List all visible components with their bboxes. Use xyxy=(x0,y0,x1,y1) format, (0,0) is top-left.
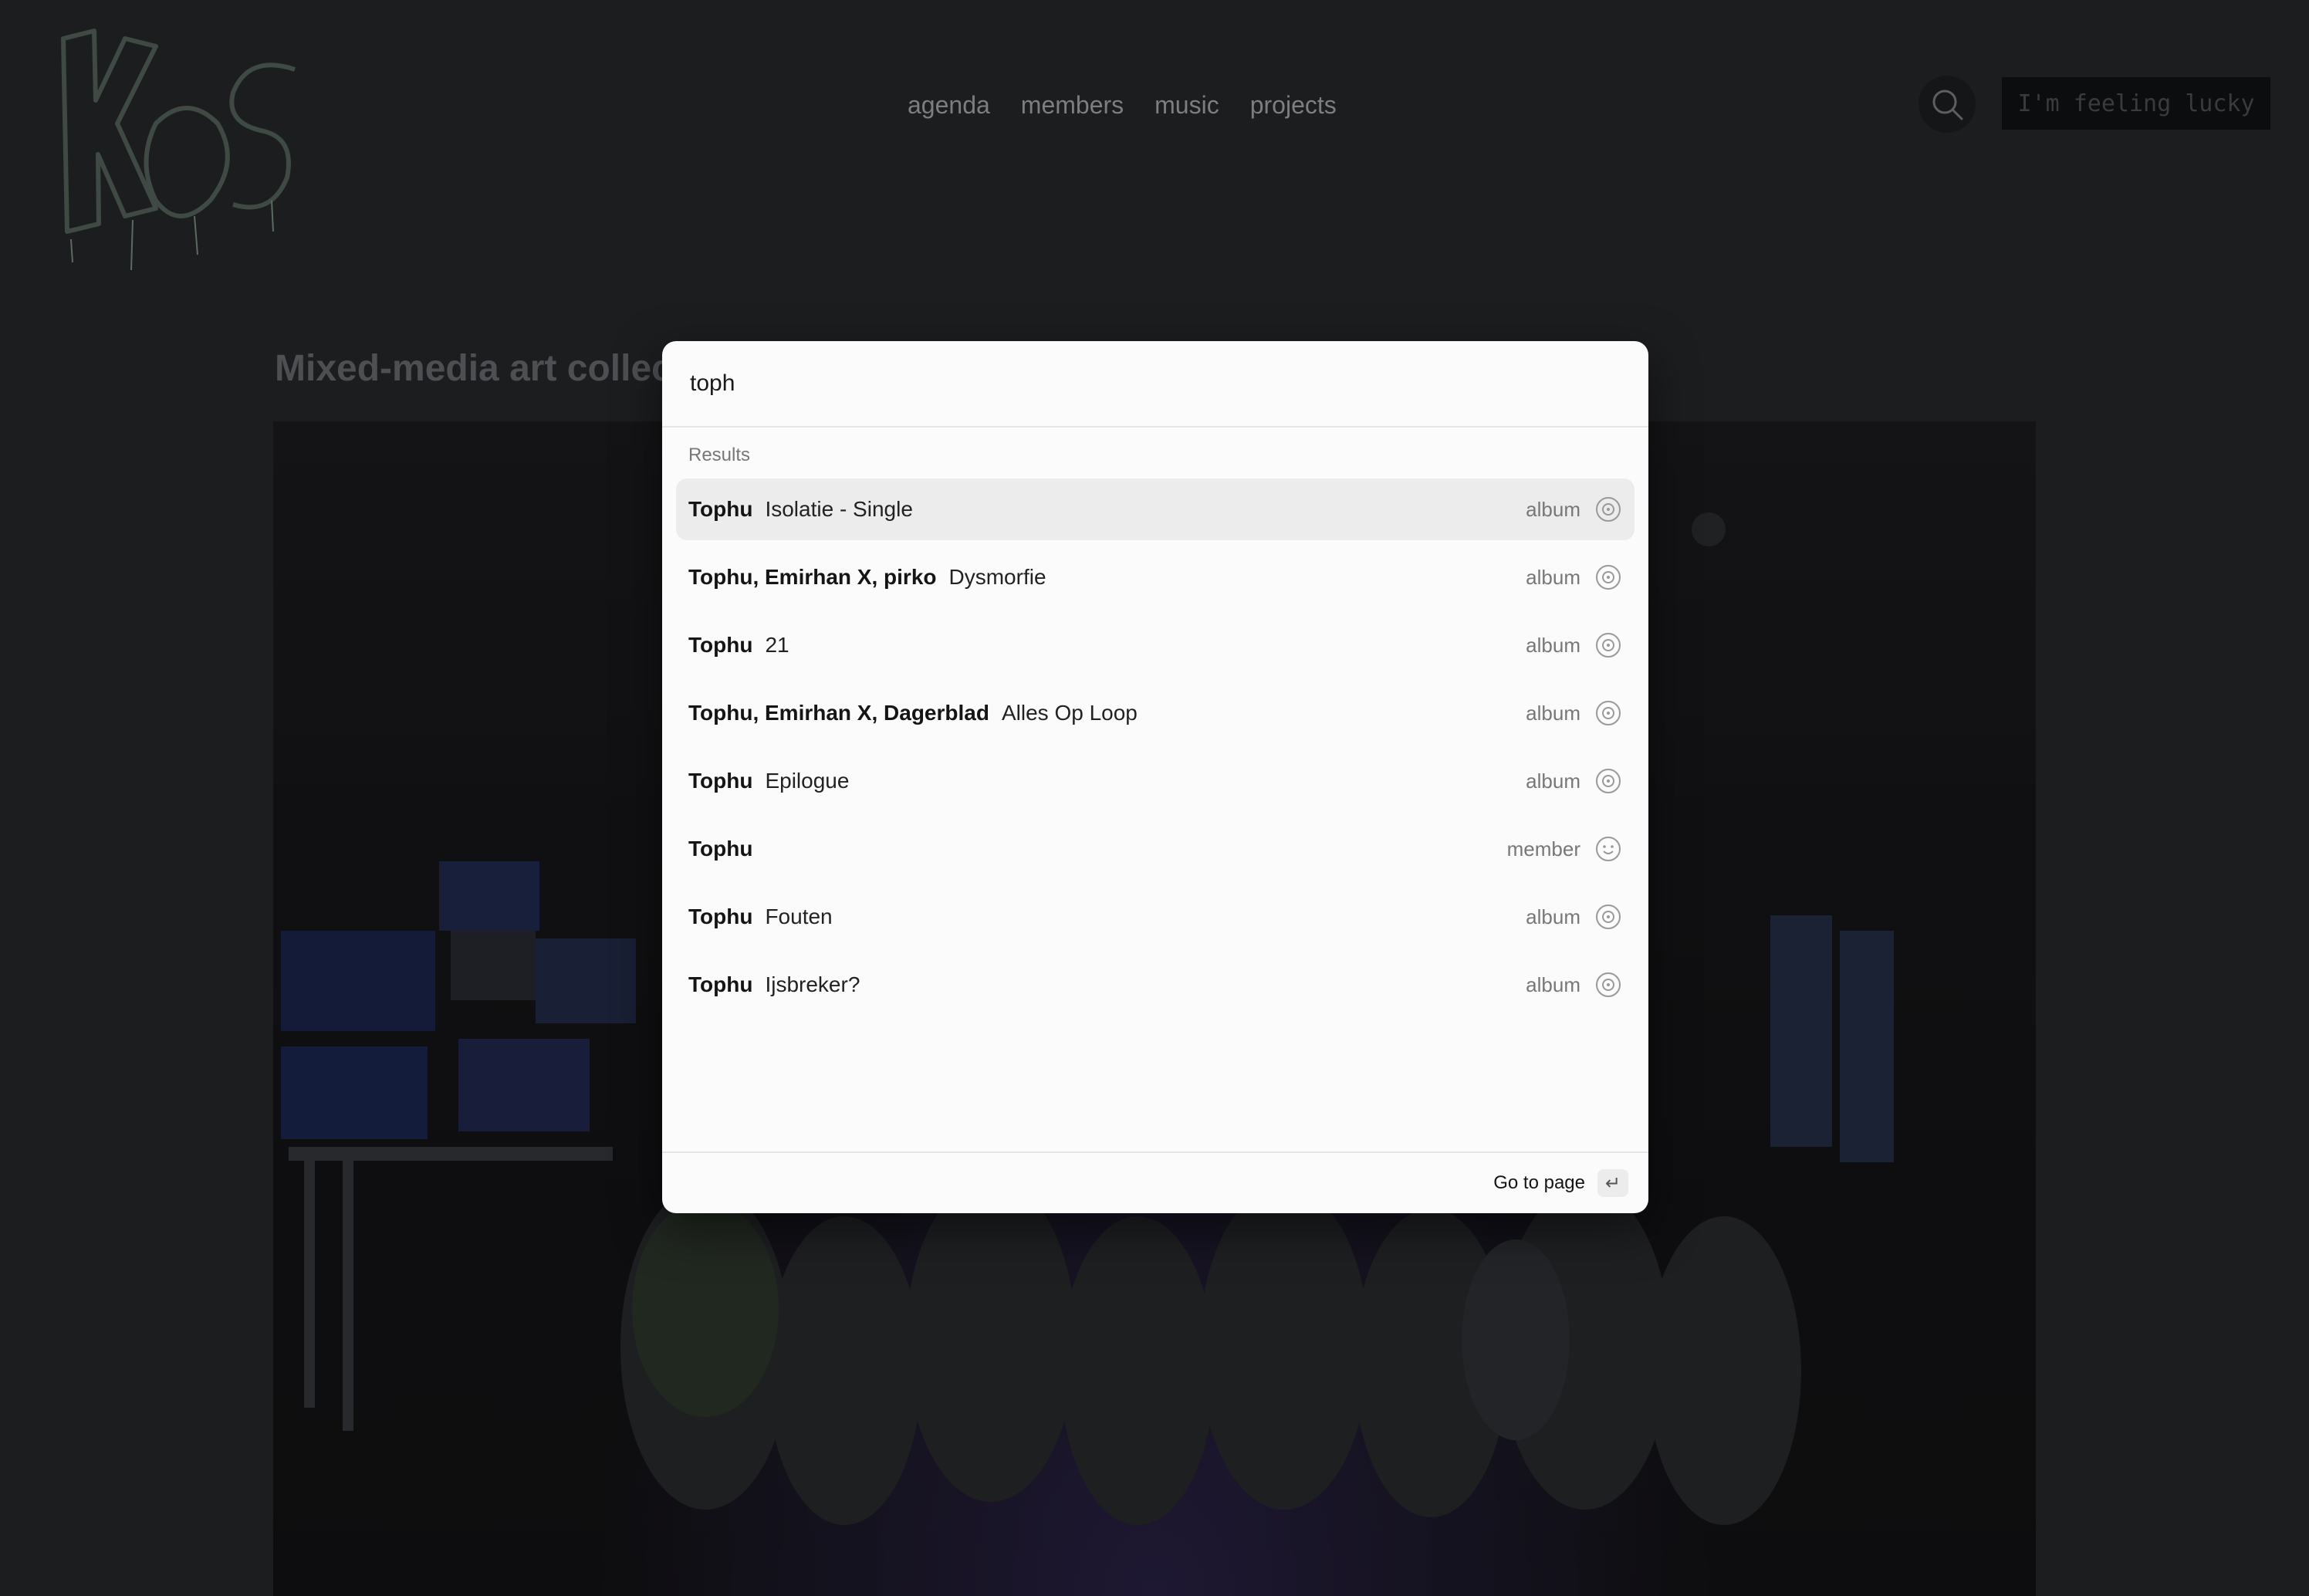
result-artist: Tophu, Emirhan X, Dagerblad xyxy=(688,701,989,725)
disc-icon xyxy=(1594,563,1622,591)
result-title: Fouten xyxy=(765,905,833,928)
feeling-lucky-button[interactable]: I'm feeling lucky xyxy=(2002,77,2270,130)
result-title: Ijsbreker? xyxy=(765,972,860,996)
result-artist: Tophu, Emirhan X, pirko xyxy=(688,565,937,589)
disc-icon xyxy=(1594,699,1622,727)
result-artist: Tophu xyxy=(688,633,753,657)
result-type: member xyxy=(1506,837,1580,861)
enter-key-icon: ↵ xyxy=(1597,1169,1628,1197)
result-artist: Tophu xyxy=(688,837,753,861)
disc-icon xyxy=(1594,971,1622,999)
result-item[interactable]: Tophu member xyxy=(676,818,1635,880)
result-title: Epilogue xyxy=(765,769,850,793)
result-type: album xyxy=(1526,497,1580,521)
result-item[interactable]: Tophu Isolatie - Single album xyxy=(676,478,1635,540)
result-title: Alles Op Loop xyxy=(1001,701,1138,725)
nav-projects[interactable]: projects xyxy=(1250,91,1337,120)
results-label: Results xyxy=(688,445,751,465)
main-nav: agenda members music projects xyxy=(908,91,1337,120)
search-button[interactable] xyxy=(1919,76,1976,133)
result-type: album xyxy=(1526,701,1580,725)
result-item[interactable]: Tophu, Emirhan X, pirko Dysmorfie album xyxy=(676,546,1635,608)
disc-icon xyxy=(1594,631,1622,659)
result-title: Isolatie - Single xyxy=(765,497,913,521)
result-item[interactable]: Tophu Ijsbreker? album xyxy=(676,954,1635,1016)
result-type: album xyxy=(1526,905,1580,928)
dialog-footer: Go to page ↵ xyxy=(662,1151,1648,1213)
search-bar xyxy=(662,341,1648,428)
result-artist: Tophu xyxy=(688,769,753,793)
kos-logo[interactable] xyxy=(40,8,318,286)
result-type: album xyxy=(1526,972,1580,996)
result-item[interactable]: Tophu Fouten album xyxy=(676,886,1635,948)
go-to-page-label: Go to page xyxy=(1493,1172,1585,1193)
result-item[interactable]: Tophu, Emirhan X, Dagerblad Alles Op Loo… xyxy=(676,682,1635,744)
disc-icon xyxy=(1594,903,1622,931)
search-input[interactable] xyxy=(688,370,1618,397)
nav-agenda[interactable]: agenda xyxy=(908,91,990,120)
search-icon xyxy=(1932,90,1963,120)
search-dialog: Results Tophu Isolatie - Single album To… xyxy=(662,341,1648,1213)
disc-icon xyxy=(1594,495,1622,523)
disc-icon xyxy=(1594,767,1622,795)
result-artist: Tophu xyxy=(688,905,753,928)
result-artist: Tophu xyxy=(688,497,753,521)
result-type: album xyxy=(1526,633,1580,657)
result-type: album xyxy=(1526,769,1580,793)
page-heading: Mixed-media art collec xyxy=(275,348,672,389)
result-item[interactable]: Tophu 21 album xyxy=(676,614,1635,676)
result-title: 21 xyxy=(765,633,789,657)
result-title: Dysmorfie xyxy=(948,565,1046,589)
nav-music[interactable]: music xyxy=(1154,91,1219,120)
result-item[interactable]: Tophu Epilogue album xyxy=(676,750,1635,812)
result-artist: Tophu xyxy=(688,972,753,996)
results-list: Tophu Isolatie - Single album Tophu, Emi… xyxy=(676,478,1635,1022)
nav-members[interactable]: members xyxy=(1021,91,1124,120)
smiley-icon xyxy=(1594,835,1622,863)
result-type: album xyxy=(1526,565,1580,589)
